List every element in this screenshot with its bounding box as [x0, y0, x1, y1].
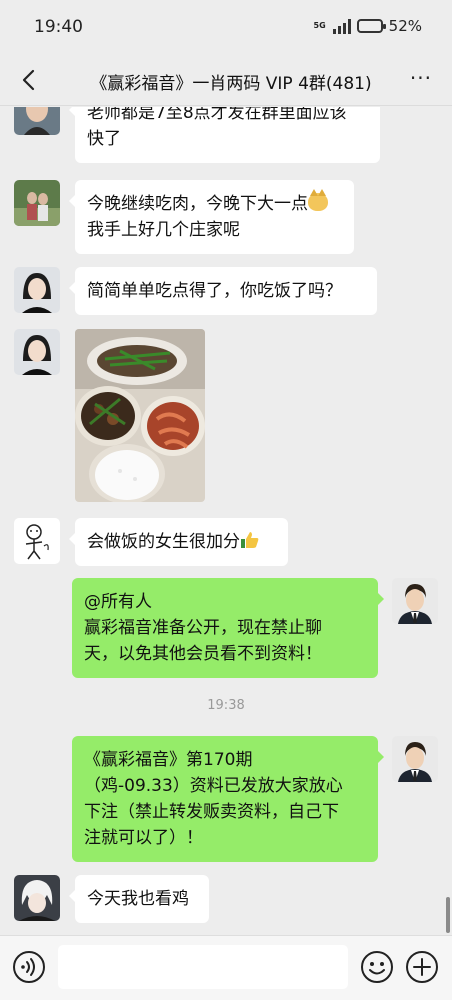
message-text: 注就可以了）！ [84, 828, 203, 848]
avatar[interactable] [392, 736, 438, 782]
thumbs-up-icon [241, 532, 259, 548]
message-text: 简简单单吃点得了，你吃饭了吗？ [87, 281, 342, 301]
message-bubble[interactable]: 《赢彩福音》第170期 （鸡-09.33）资料已发放大家放心 下注（禁止转发贩卖… [72, 736, 384, 862]
message-text: 今天我也看鸡 [87, 889, 189, 909]
message-text: （鸡-09.33）资料已发放大家放心 [84, 776, 343, 796]
message-text: 会做饭的女生很加分 [87, 532, 240, 552]
message-bubble[interactable]: 老师都是7至8点才发在群里面应该 快了 [69, 107, 380, 163]
plus-icon[interactable] [405, 950, 439, 984]
avatar[interactable] [14, 107, 60, 135]
message-text: @所有人 [84, 592, 152, 612]
voice-icon[interactable] [12, 950, 46, 984]
message-text: 赢彩福音准备公开，现在禁止聊 [84, 618, 322, 638]
battery-percent: 52% [388, 17, 422, 35]
message-bubble[interactable]: 简简单单吃点得了，你吃饭了吗？ [69, 267, 377, 315]
scrollbar[interactable] [446, 897, 450, 933]
message-text: 我手上好几个庄家呢 [87, 220, 240, 240]
message-text: 天，以免其他会员看不到资料！ [84, 644, 322, 664]
battery-icon [356, 19, 386, 33]
emoji-icon[interactable] [360, 950, 394, 984]
signal-icon [332, 18, 351, 34]
avatar[interactable] [14, 180, 60, 226]
message-bubble[interactable]: 今天我也看鸡 [69, 875, 209, 923]
message-text: 《赢彩福音》第170期 [84, 750, 253, 770]
avatar[interactable] [14, 329, 60, 375]
network-type: 5G [313, 21, 326, 30]
input-bar [0, 935, 452, 1000]
group-title: 《赢彩福音》一肖两码 VIP 4群(481) [90, 74, 372, 94]
message-bubble[interactable]: 今晚继续吃肉，今晚下大一点 我手上好几个庄家呢 [69, 180, 354, 254]
avatar[interactable] [14, 518, 60, 564]
message-bubble[interactable]: @所有人 赢彩福音准备公开，现在禁止聊 天，以免其他会员看不到资料！ [72, 578, 384, 678]
message-text: 下注（禁止转发贩卖资料，自己下 [84, 802, 339, 822]
back-arrow-icon[interactable] [16, 66, 44, 94]
doge-emoji-icon [308, 189, 328, 211]
more-icon[interactable]: ··· [410, 66, 432, 90]
chat-timestamp: 19:38 [207, 698, 245, 713]
chat-header: 《赢彩福音》一肖两码 VIP 4群(481) ··· [0, 56, 452, 106]
chat-area[interactable]: 老师都是7至8点才发在群里面应该 快了 今晚继续吃肉，今晚下大一点 我手上好几个… [0, 107, 452, 935]
avatar[interactable] [392, 578, 438, 624]
message-text: 快了 [87, 129, 121, 149]
status-bar: 19:40 5G 52% [0, 0, 452, 56]
food-photo[interactable] [75, 329, 205, 502]
status-time: 19:40 [34, 17, 83, 37]
message-bubble[interactable]: 会做饭的女生很加分 [69, 518, 288, 566]
avatar[interactable] [14, 875, 60, 921]
avatar[interactable] [14, 267, 60, 313]
message-input[interactable] [58, 945, 348, 989]
message-text: 老师都是7至8点才发在群里面应该 [87, 107, 347, 123]
message-text: 今晚继续吃肉，今晚下大一点 [87, 194, 308, 214]
status-indicators: 5G 52% [314, 17, 422, 35]
